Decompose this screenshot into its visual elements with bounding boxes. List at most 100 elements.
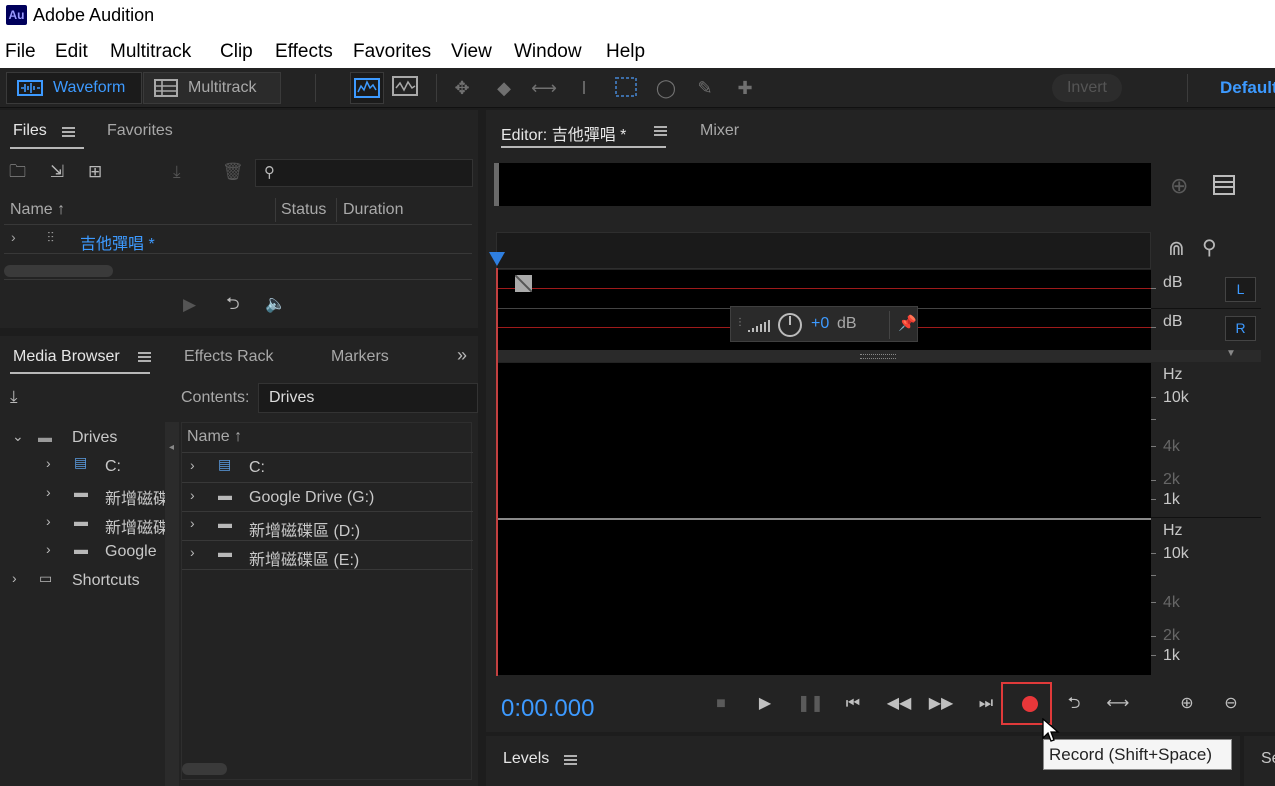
lasso-tool-icon[interactable]: ◯ <box>653 76 679 100</box>
insert-into-multitrack-icon[interactable]: ⤓ <box>173 163 181 180</box>
play-preview-icon[interactable]: ▶ <box>183 296 196 313</box>
column-status[interactable]: Status <box>281 201 326 219</box>
more-panels-chevron-icon[interactable]: » <box>457 346 467 364</box>
go-to-end-icon[interactable]: ⏭ <box>973 692 999 716</box>
playhead-marker-icon[interactable] <box>489 252 505 266</box>
fast-forward-icon[interactable]: ▶▶ <box>928 692 954 716</box>
list-item[interactable]: › ▤ C: <box>182 453 473 482</box>
list-item[interactable]: › ▬ 新增磁碟區 (E:) <box>182 541 473 569</box>
list-item[interactable]: › ▬ 新增磁碟區 (D:) <box>182 512 473 540</box>
overview-display-icon[interactable] <box>1213 175 1235 195</box>
playhead-line[interactable] <box>496 268 498 676</box>
tree-drives[interactable]: Drives <box>72 429 117 447</box>
zoom-navigator[interactable] <box>497 163 1151 206</box>
editor-menu-icon[interactable] <box>654 126 667 136</box>
tab-mixer[interactable]: Mixer <box>700 122 739 140</box>
workspace-default-tab[interactable]: Default <box>1220 78 1275 98</box>
expand-chevron-icon[interactable]: › <box>12 571 17 585</box>
tree-splitter[interactable]: ◂ <box>165 422 179 786</box>
expand-chevron-icon[interactable]: › <box>46 456 51 470</box>
loop-preview-icon[interactable]: ⮌ <box>226 295 240 312</box>
go-to-start-icon[interactable]: ⏮ <box>840 692 866 716</box>
spectral-display-icon[interactable] <box>350 72 384 104</box>
collapse-chevron-icon[interactable]: ⌄ <box>12 429 24 443</box>
expand-chevron-icon[interactable]: › <box>190 458 195 472</box>
file-row[interactable]: › ⫶⫶ 吉他彈唱 * <box>4 225 472 253</box>
column-name[interactable]: Name ↑ <box>10 201 65 219</box>
menu-multitrack[interactable]: Multitrack <box>110 41 191 63</box>
volume-value[interactable]: +0 <box>811 315 829 333</box>
menu-file[interactable]: File <box>5 41 36 63</box>
timeline-ruler[interactable] <box>496 232 1151 269</box>
tab-selection-view[interactable]: Se <box>1261 750 1275 768</box>
tab-effects-rack[interactable]: Effects Rack <box>184 348 274 366</box>
razor-tool-icon[interactable]: ◆ <box>491 76 517 100</box>
expand-chevron-icon[interactable]: › <box>46 485 51 499</box>
import-file-icon[interactable]: ⇲ <box>50 163 64 180</box>
tab-favorites[interactable]: Favorites <box>107 122 173 140</box>
new-file-icon[interactable]: ⊞ <box>88 163 102 180</box>
tab-files[interactable]: Files <box>13 122 47 140</box>
fade-in-handle-icon[interactable] <box>514 274 533 293</box>
zoom-navigator-handle[interactable] <box>494 163 499 206</box>
volume-hud[interactable]: ⋮ +0 dB 📌 <box>730 306 918 342</box>
time-selection-tool-icon[interactable]: I <box>571 76 597 100</box>
tab-editor[interactable]: Editor: 吉他彈唱 * <box>501 121 626 145</box>
list-item[interactable]: › ▬ Google Drive (G:) <box>182 483 473 511</box>
menu-effects[interactable]: Effects <box>275 41 333 63</box>
waveform-view-button[interactable]: Waveform <box>6 72 142 104</box>
column-duration[interactable]: Duration <box>343 201 403 219</box>
spectral-pitch-icon[interactable] <box>392 76 418 100</box>
volume-knob-icon[interactable] <box>777 312 803 338</box>
record-icon[interactable] <box>1022 696 1038 712</box>
expand-chevron-icon[interactable]: › <box>11 230 16 244</box>
skip-selection-icon[interactable]: ⟷ <box>1105 692 1131 716</box>
left-channel-toggle[interactable]: L <box>1225 277 1256 302</box>
horizontal-scrollbar[interactable] <box>4 265 113 277</box>
waveform-spectral-splitter[interactable]: ▼ <box>496 348 1261 362</box>
hud-drag-handle-icon[interactable]: ⋮ <box>735 317 745 328</box>
stop-icon[interactable]: ■ <box>708 692 734 716</box>
pin-icon[interactable]: 📌 <box>898 316 917 331</box>
pause-icon[interactable]: ❚❚ <box>797 692 824 716</box>
menu-view[interactable]: View <box>451 41 492 63</box>
delete-icon[interactable]: 🗑 <box>222 163 244 180</box>
tree-shortcuts[interactable]: Shortcuts <box>72 572 140 590</box>
current-time-display[interactable]: 0:00.000 <box>501 695 594 723</box>
menu-window[interactable]: Window <box>514 41 582 63</box>
files-menu-icon[interactable] <box>62 127 75 137</box>
files-search-input[interactable]: ⚲ <box>255 159 473 187</box>
rewind-icon[interactable]: ◀◀ <box>886 692 912 716</box>
tab-markers[interactable]: Markers <box>331 348 389 366</box>
move-tool-icon[interactable]: ✥ <box>449 76 475 100</box>
invert-button[interactable]: Invert <box>1052 74 1122 102</box>
zoom-in-amplitude-icon[interactable]: ⊕ <box>1174 692 1200 716</box>
zoom-out-amplitude-icon[interactable]: ⊖ <box>1218 692 1244 716</box>
tab-media-browser[interactable]: Media Browser <box>13 348 120 366</box>
expand-chevron-icon[interactable]: › <box>190 516 195 530</box>
levels-menu-icon[interactable] <box>564 755 577 765</box>
import-icon[interactable]: ⤓ <box>10 388 18 405</box>
right-channel-toggle[interactable]: R <box>1225 316 1256 341</box>
tree-drive-e[interactable]: 新增磁碟 <box>105 514 165 538</box>
expand-chevron-icon[interactable]: › <box>190 488 195 502</box>
zoom-to-selection-icon[interactable]: ⊕ <box>1170 175 1188 197</box>
autoplay-speaker-icon[interactable]: 🔈 <box>265 295 286 312</box>
menu-help[interactable]: Help <box>606 41 645 63</box>
menu-edit[interactable]: Edit <box>55 41 88 63</box>
contents-select[interactable]: Drives <box>258 383 478 413</box>
column-name[interactable]: Name ↑ <box>187 428 242 446</box>
spot-healing-tool-icon[interactable]: ✚ <box>732 76 758 100</box>
multitrack-view-button[interactable]: Multitrack <box>143 72 281 104</box>
open-file-icon[interactable]: 🗀 <box>9 163 26 180</box>
tree-drive-d[interactable]: 新增磁碟 <box>105 485 165 509</box>
horizontal-scrollbar[interactable] <box>182 763 227 775</box>
menu-clip[interactable]: Clip <box>220 41 253 63</box>
media-browser-menu-icon[interactable] <box>138 352 151 362</box>
tree-drive-c[interactable]: C: <box>105 458 121 476</box>
snap-magnet-icon[interactable]: ⋒ <box>1168 239 1185 259</box>
marquee-tool-icon[interactable] <box>613 76 639 100</box>
expand-chevron-icon[interactable]: › <box>46 542 51 556</box>
brush-tool-icon[interactable]: ✎ <box>692 76 718 100</box>
expand-chevron-icon[interactable]: › <box>190 545 195 559</box>
